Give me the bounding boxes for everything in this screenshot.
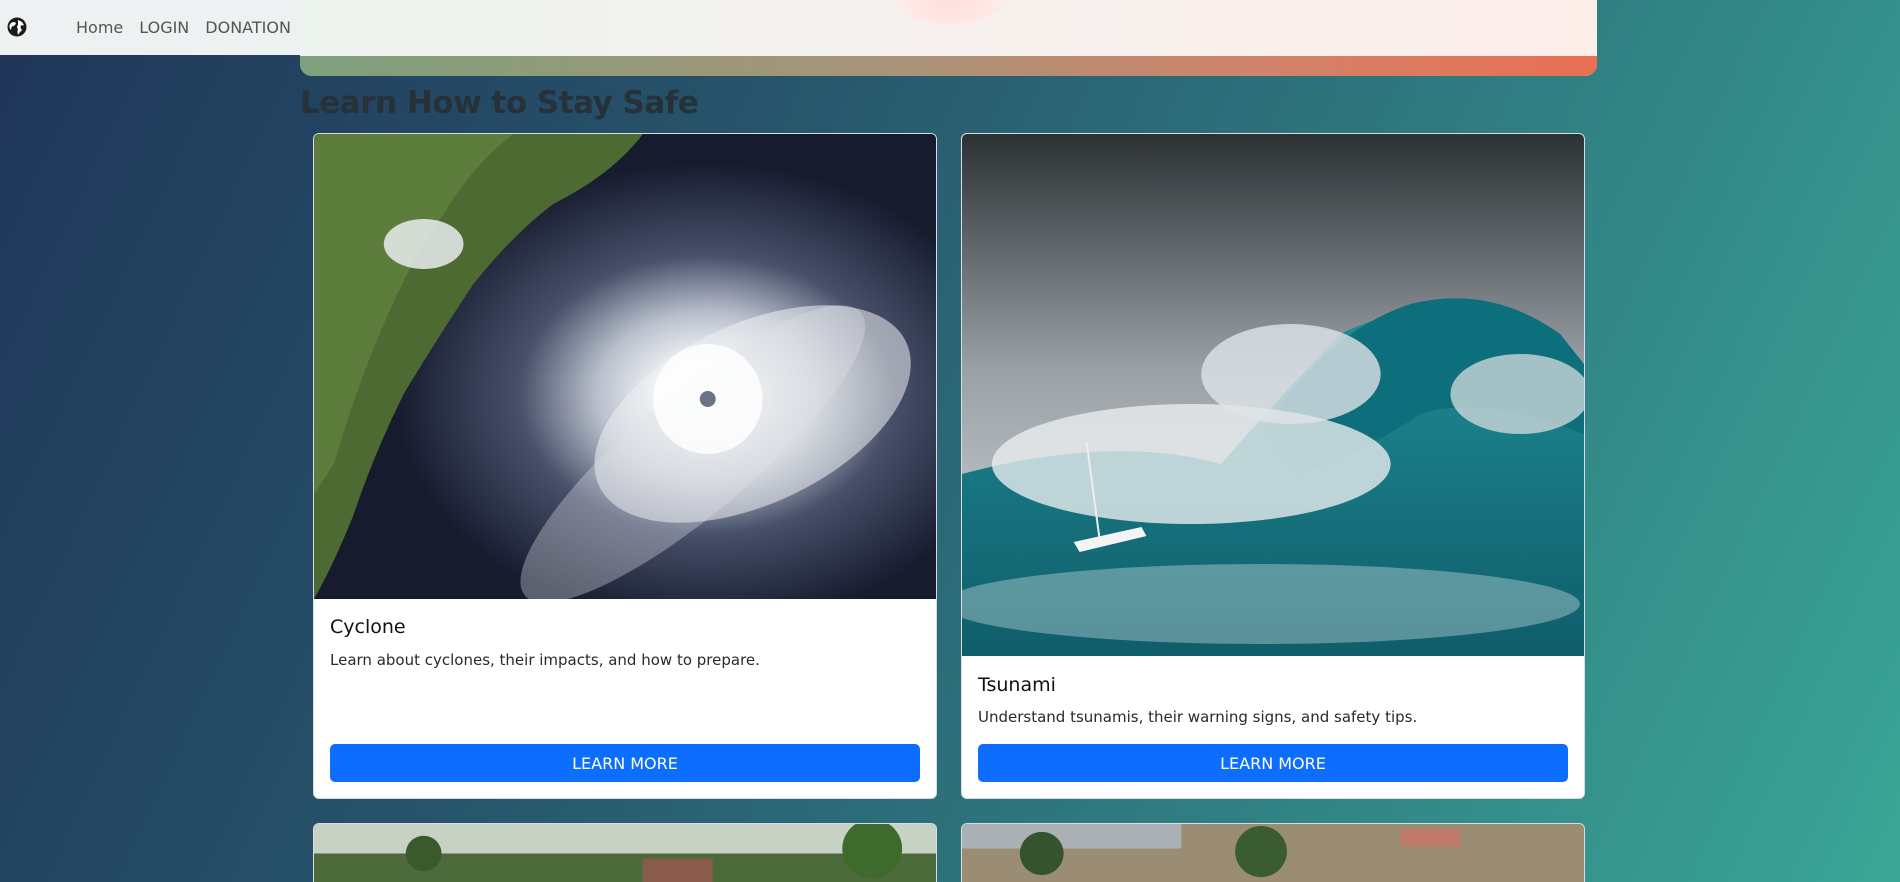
learn-more-button[interactable]: LEARN MORE bbox=[330, 744, 920, 782]
nav-donation-link[interactable]: DONATION bbox=[205, 18, 291, 37]
card-text: Understand tsunamis, their warning signs… bbox=[978, 708, 1418, 726]
card-tsunami: Tsunami Understand tsunamis, their warni… bbox=[961, 133, 1585, 799]
card-text: Learn about cyclones, their impacts, and… bbox=[330, 651, 760, 669]
card-title: Cyclone bbox=[330, 616, 406, 638]
card-image-partial bbox=[314, 824, 936, 882]
card-partial-left bbox=[313, 823, 937, 882]
cyclone-image bbox=[314, 134, 936, 599]
navbar: Home LOGIN DONATION bbox=[0, 0, 300, 55]
nav-login-link[interactable]: LOGIN bbox=[139, 18, 189, 37]
hero-gradient-bar bbox=[300, 56, 1597, 76]
hero-decoration bbox=[885, 0, 1015, 25]
nav-links: Home LOGIN DONATION bbox=[76, 18, 291, 37]
card-title: Tsunami bbox=[978, 674, 1056, 696]
tsunami-image bbox=[962, 134, 1584, 656]
learn-more-button[interactable]: LEARN MORE bbox=[978, 744, 1568, 782]
nav-home-link[interactable]: Home bbox=[76, 18, 123, 37]
globe-icon[interactable] bbox=[7, 17, 27, 37]
card-cyclone: Cyclone Learn about cyclones, their impa… bbox=[313, 133, 937, 799]
section-title: Learn How to Stay Safe bbox=[300, 85, 699, 121]
hero-banner bbox=[300, 0, 1597, 76]
card-partial-right bbox=[961, 823, 1585, 882]
card-image-partial bbox=[962, 824, 1584, 882]
